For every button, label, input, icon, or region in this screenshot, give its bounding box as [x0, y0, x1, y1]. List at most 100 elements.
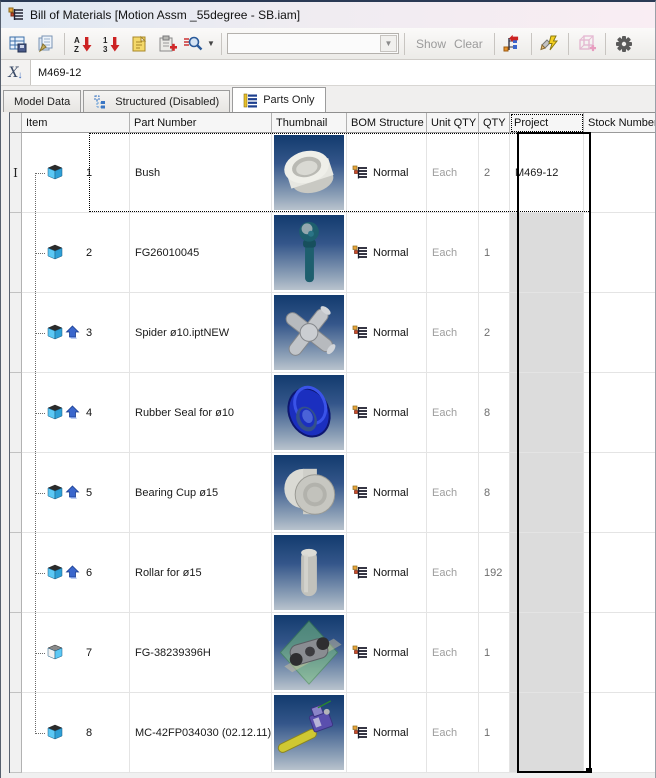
project-cell[interactable]	[510, 613, 584, 693]
thumbnail-cell[interactable]	[272, 613, 347, 693]
item-cell[interactable]: 5	[22, 453, 130, 533]
item-cell[interactable]: 2	[22, 213, 130, 293]
table-row[interactable]: I 1 Bush Normal Each 2 M469-12	[10, 133, 655, 213]
row-header[interactable]: I	[10, 133, 22, 213]
item-cell[interactable]: 8	[22, 693, 130, 773]
part-number-cell[interactable]: FG-38239396H	[130, 613, 272, 693]
unit-qty-cell[interactable]: Each	[427, 293, 479, 373]
unit-qty-cell[interactable]: Each	[427, 373, 479, 453]
qty-cell[interactable]: 8	[479, 373, 510, 453]
add-custom-iproperty-button[interactable]	[154, 32, 180, 56]
header-project[interactable]: Project	[510, 113, 584, 133]
project-cell[interactable]	[510, 213, 584, 293]
clear-button[interactable]: Clear	[448, 37, 489, 51]
qty-cell[interactable]: 1	[479, 613, 510, 693]
renumber-items-button[interactable]: 1 3	[98, 32, 124, 56]
header-unit-qty[interactable]: Unit QTY	[427, 113, 479, 133]
header-part-number[interactable]: Part Number	[130, 113, 272, 133]
engineers-notebook-button[interactable]	[33, 32, 59, 56]
table-row[interactable]: 4 Rubber Seal for ø10 Normal Each 8	[10, 373, 655, 453]
table-row[interactable]: 5 Bearing Cup ø15 Normal Each 8	[10, 453, 655, 533]
project-cell[interactable]	[510, 453, 584, 533]
unit-qty-cell[interactable]: Each	[427, 133, 479, 213]
bom-structure-cell[interactable]: Normal	[347, 133, 427, 213]
thumbnail-cell[interactable]	[272, 293, 347, 373]
table-row[interactable]: 7 FG-38239396H Normal Each 1	[10, 613, 655, 693]
part-number-cell[interactable]: Rubber Seal for ø10	[130, 373, 272, 453]
thumbnail-cell[interactable]	[272, 373, 347, 453]
unit-qty-cell[interactable]: Each	[427, 613, 479, 693]
project-cell[interactable]	[510, 293, 584, 373]
item-cell[interactable]: 7	[22, 613, 130, 693]
part-number-cell[interactable]: Spider ø10.iptNEW	[130, 293, 272, 373]
qty-cell[interactable]: 2	[479, 133, 510, 213]
thumbnail-cell[interactable]	[272, 533, 347, 613]
qty-cell[interactable]: 1	[479, 213, 510, 293]
row-header[interactable]	[10, 533, 22, 613]
unit-qty-cell[interactable]: Each	[427, 693, 479, 773]
stock-number-cell[interactable]	[584, 213, 655, 293]
item-cell[interactable]: 4	[22, 373, 130, 453]
part-number-cell[interactable]: Rollar for ø15	[130, 533, 272, 613]
header-stock-number[interactable]: Stock Number	[584, 113, 655, 133]
table-row[interactable]: 8 MC-42FP034030 (02.12.11) Normal Each 1	[10, 693, 655, 773]
table-row[interactable]: 6 Rollar for ø15 Normal Each 192	[10, 533, 655, 613]
item-cell[interactable]: 1	[22, 133, 130, 213]
row-header[interactable]	[10, 213, 22, 293]
choose-columns-button[interactable]	[126, 32, 152, 56]
qty-cell[interactable]: 192	[479, 533, 510, 613]
bom-structure-cell[interactable]: Normal	[347, 293, 427, 373]
thumbnail-cell[interactable]	[272, 133, 347, 213]
header-bom-structure[interactable]: BOM Structure	[347, 113, 427, 133]
project-cell[interactable]	[510, 373, 584, 453]
project-cell[interactable]	[510, 693, 584, 773]
project-cell[interactable]	[510, 533, 584, 613]
item-cell[interactable]: 6	[22, 533, 130, 613]
item-cell[interactable]: 3	[22, 293, 130, 373]
thumbnail-cell[interactable]	[272, 453, 347, 533]
stock-number-cell[interactable]	[584, 693, 655, 773]
filter-dropdown-icon[interactable]: ▼	[380, 35, 397, 52]
stock-number-cell[interactable]	[584, 373, 655, 453]
formula-button[interactable]: X ↓	[1, 60, 31, 85]
bom-structure-cell[interactable]: Normal	[347, 613, 427, 693]
stock-number-cell[interactable]	[584, 453, 655, 533]
update-mass-properties-button[interactable]	[537, 32, 563, 56]
header-item[interactable]: Item	[22, 113, 130, 133]
table-row[interactable]: 2 FG26010045 Normal Each 1	[10, 213, 655, 293]
thumbnail-cell[interactable]	[272, 213, 347, 293]
part-number-row-merge-button[interactable]	[500, 32, 526, 56]
row-header[interactable]	[10, 693, 22, 773]
table-row[interactable]: 3 Spider ø10.iptNEW Normal Each 2	[10, 293, 655, 373]
bom-settings-button[interactable]	[611, 32, 637, 56]
qty-cell[interactable]: 8	[479, 453, 510, 533]
show-button[interactable]: Show	[410, 37, 452, 51]
bom-structure-cell[interactable]: Normal	[347, 533, 427, 613]
part-number-cell[interactable]: Bush	[130, 133, 272, 213]
header-thumbnail[interactable]: Thumbnail	[272, 113, 347, 133]
row-header[interactable]	[10, 453, 22, 533]
filter-combobox[interactable]: ▼	[227, 33, 399, 54]
view-options-button[interactable]: ▼	[182, 32, 216, 56]
stock-number-cell[interactable]	[584, 293, 655, 373]
tab-parts-only[interactable]: Parts Only	[232, 87, 326, 112]
project-cell[interactable]: M469-12	[510, 133, 584, 213]
row-header[interactable]	[10, 293, 22, 373]
unit-qty-cell[interactable]: Each	[427, 453, 479, 533]
part-number-cell[interactable]: MC-42FP034030 (02.12.11)	[130, 693, 272, 773]
part-number-cell[interactable]: Bearing Cup ø15	[130, 453, 272, 533]
qty-cell[interactable]: 1	[479, 693, 510, 773]
unit-qty-cell[interactable]: Each	[427, 213, 479, 293]
sort-ascending-button[interactable]: A Z	[70, 32, 96, 56]
tab-model-data[interactable]: Model Data	[3, 90, 82, 112]
stock-number-cell[interactable]	[584, 133, 655, 213]
unit-qty-cell[interactable]: Each	[427, 533, 479, 613]
bom-structure-cell[interactable]: Normal	[347, 213, 427, 293]
bom-structure-cell[interactable]: Normal	[347, 373, 427, 453]
header-qty[interactable]: QTY	[479, 113, 510, 133]
bom-structure-cell[interactable]: Normal	[347, 453, 427, 533]
thumbnail-cell[interactable]	[272, 693, 347, 773]
bom-structure-cell[interactable]: Normal	[347, 693, 427, 773]
part-number-cell[interactable]: FG26010045	[130, 213, 272, 293]
stock-number-cell[interactable]	[584, 613, 655, 693]
